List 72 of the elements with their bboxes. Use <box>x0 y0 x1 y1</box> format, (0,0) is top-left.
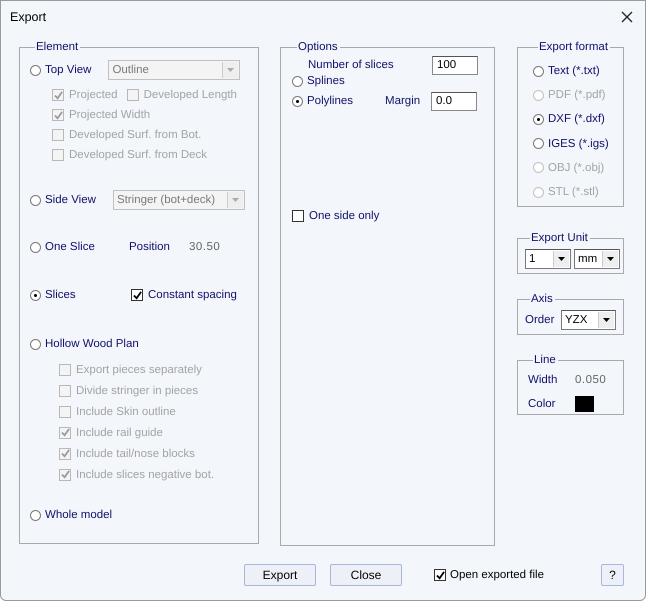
field-label: Margin <box>385 95 422 107</box>
checkbox-label: Developed Surf. from Deck <box>69 149 208 161</box>
checkbox-label: Include tail/nose blocks <box>76 448 195 460</box>
window-title: Export <box>10 10 46 24</box>
color-label: Color <box>528 398 556 410</box>
radio-label: Top View <box>45 64 92 76</box>
radio-button[interactable] <box>30 290 41 300</box>
radio-label: PDF (*.pdf) <box>548 89 606 102</box>
checkbox-label: Constant spacing <box>148 289 237 301</box>
checkbox-label: Open exported file <box>450 569 544 581</box>
color-swatch[interactable] <box>575 396 594 412</box>
group-title: Axis <box>530 292 554 306</box>
group-title: Export format <box>538 40 610 54</box>
radio-label: DXF (*.dxf) <box>548 113 605 126</box>
order-label: Order <box>525 314 553 326</box>
width-value: 0.050 <box>575 374 606 386</box>
close-button[interactable]: Close <box>330 564 402 586</box>
radio-label: Hollow Wood Plan <box>45 338 139 350</box>
caret-icon <box>232 198 239 202</box>
checkbox-label: Developed Length <box>144 89 237 101</box>
radio-label: Splines <box>307 75 345 87</box>
order-dropdown[interactable]: YZX <box>561 310 616 330</box>
checkbox-label: Developed Surf. from Bot. <box>69 129 202 141</box>
margin-field[interactable]: 0.0 <box>431 92 477 110</box>
radio-button[interactable] <box>533 138 544 150</box>
radio-button[interactable] <box>30 242 41 252</box>
caret-icon <box>607 257 614 261</box>
radio-button[interactable] <box>292 76 303 86</box>
group-title: Export Unit <box>530 231 589 245</box>
help-button[interactable]: ? <box>600 564 624 586</box>
checkbox-label: One side only <box>309 210 380 222</box>
radio-label: Polylines <box>307 95 354 107</box>
position-value: 30.50 <box>189 241 220 253</box>
checkbox-label: Include rail guide <box>76 426 163 438</box>
radio-label: One Slice <box>45 241 96 253</box>
checkbox-label: Projected <box>69 89 118 101</box>
checkbox[interactable] <box>131 289 143 301</box>
close-icon[interactable] <box>621 11 633 23</box>
radio-label: STL (*.stl) <box>548 186 599 198</box>
width-label: Width <box>528 374 558 386</box>
scale-dropdown[interactable]: 1 <box>525 249 571 269</box>
checkbox-label: Include slices negative bot. <box>76 468 214 480</box>
checkbox[interactable] <box>292 210 304 222</box>
position-label: Position <box>129 241 171 253</box>
radio-button[interactable] <box>30 64 41 76</box>
radio-label: Side View <box>45 194 96 206</box>
radio-button[interactable] <box>533 66 544 77</box>
radio-button[interactable] <box>30 194 41 206</box>
checkbox[interactable] <box>434 569 446 581</box>
radio-label: Slices <box>45 289 77 301</box>
checkbox-label: Export pieces separately <box>76 364 202 376</box>
unit-dropdown[interactable]: mm <box>574 249 620 269</box>
checkbox-label: Include Skin outline <box>76 406 176 418</box>
group-title: Options <box>297 40 339 54</box>
radio-label: OBJ (*.obj) <box>548 162 604 174</box>
group-title: Element <box>35 40 80 54</box>
radio-button[interactable] <box>30 338 41 350</box>
checkbox-label: Divide stringer in pieces <box>76 384 198 396</box>
caret-icon <box>558 257 565 261</box>
group-title: Line <box>533 353 557 367</box>
export-button[interactable]: Export <box>244 564 316 586</box>
slices-count-field[interactable]: 100 <box>432 56 478 74</box>
radio-label: Text (*.txt) <box>548 65 600 78</box>
caret-icon <box>603 318 610 322</box>
radio-label: Whole model <box>45 509 112 521</box>
checkbox-label: Projected Width <box>69 109 150 121</box>
field-label: Number of slices <box>308 59 395 71</box>
radio-label: IGES (*.igs) <box>548 138 609 150</box>
radio-button[interactable] <box>533 114 544 125</box>
caret-icon <box>227 68 234 72</box>
radio-button[interactable] <box>292 96 303 106</box>
radio-button[interactable] <box>30 510 41 520</box>
